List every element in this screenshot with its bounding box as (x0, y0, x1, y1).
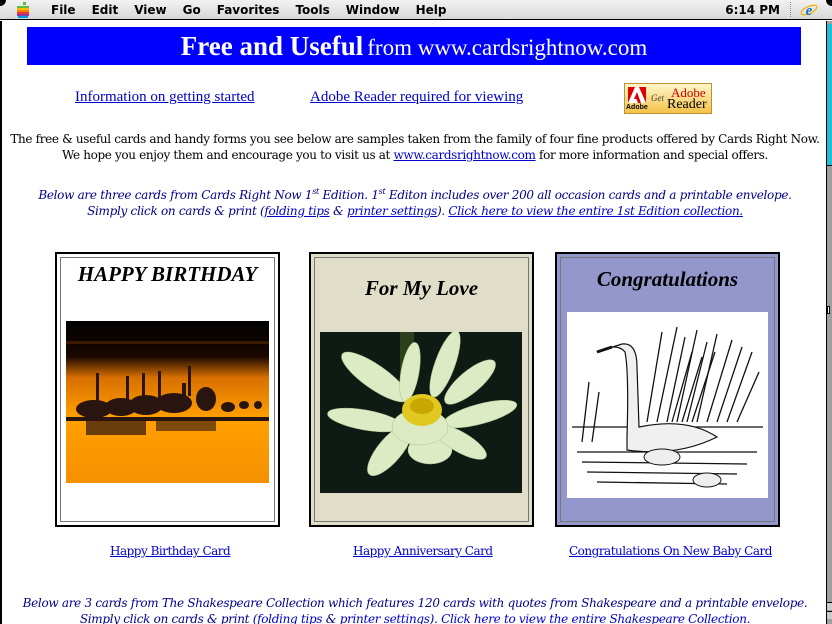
edition-text: ). (436, 204, 449, 218)
menu-window[interactable]: Window (338, 3, 408, 17)
edition-line-2: Simply click on cards & print (folding t… (2, 203, 826, 219)
get-adobe-reader-badge[interactable]: Adobe Get Adobe Reader (624, 83, 712, 114)
scroll-up-arrow[interactable] (827, 602, 832, 610)
intro-text: for more information and special offers. (535, 148, 769, 162)
folding-tips-link[interactable]: folding tips (264, 204, 329, 218)
anniversary-card-thumbnail[interactable]: For My Love (309, 252, 534, 527)
view-shakespeare-collection-link[interactable]: Click here to view the entire Shakespear… (441, 612, 750, 624)
menu-file[interactable]: File (43, 3, 84, 17)
shakespeare-line-2: Simply click on cards & print (folding t… (2, 611, 826, 624)
shakespeare-text: Simply click on cards & print ( (79, 612, 258, 624)
menu-view[interactable]: View (126, 3, 174, 17)
internet-explorer-icon[interactable]: e (800, 1, 818, 19)
getting-started-link[interactable]: Information on getting started (75, 89, 255, 106)
adobe-logo-icon (628, 87, 646, 103)
scrollbar-thumb[interactable] (827, 24, 832, 166)
menu-clock[interactable]: 6:14 PM (725, 3, 780, 17)
new-baby-card-link[interactable]: Congratulations On New Baby Card (569, 544, 772, 558)
edition-text: Simply click on cards & print ( (87, 204, 265, 218)
header-banner: Free and Useful from www.cardsrightnow.c… (27, 27, 801, 65)
vertical-scrollbar[interactable] (826, 21, 832, 624)
ordinal-suffix: st (312, 187, 319, 196)
screen-corner (0, 0, 6, 6)
edition-text: Below are three cards from Cards Right N… (38, 188, 313, 202)
intro-text: We hope you enjoy them and encourage you… (61, 148, 394, 162)
pelicans-at-sunset-image (66, 321, 269, 483)
scrollbar-marker (827, 306, 830, 314)
cardsrightnow-link[interactable]: www.cardsrightnow.com (393, 148, 535, 162)
edition-text: Editon includes over 200 all occasion ca… (385, 188, 792, 202)
first-edition-section: Below are three cards from Cards Right N… (2, 184, 826, 219)
badge-get-text: Get (651, 93, 664, 103)
menu-go[interactable]: Go (175, 3, 209, 17)
new-baby-card-caption: Congratulations On New Baby Card (569, 544, 772, 558)
badge-adobe-text: Adobe (626, 104, 648, 111)
svg-text:e: e (806, 3, 813, 19)
edition-text: & (329, 204, 347, 218)
anniversary-card-link[interactable]: Happy Anniversary Card (353, 544, 493, 558)
view-1st-edition-link[interactable]: Click here to view the entire 1st Editio… (448, 204, 743, 218)
shakespeare-printer-settings-link[interactable]: printer settings (340, 612, 430, 624)
white-lotus-flower-image (320, 332, 522, 493)
menu-tools[interactable]: Tools (287, 3, 337, 17)
intro-line-1: The free & useful cards and handy forms … (10, 132, 820, 146)
shakespeare-text: ). (429, 612, 442, 624)
new-baby-card-thumbnail[interactable]: Congratulations (555, 252, 780, 527)
shakespeare-folding-tips-link[interactable]: folding tips (257, 612, 322, 624)
card-title: Congratulations (596, 267, 739, 291)
screen-corner (826, 0, 832, 6)
card-title: For My Love (364, 276, 479, 300)
shakespeare-line-1: Below are 3 cards from The Shakespeare C… (22, 596, 808, 610)
birthday-card-caption: Happy Birthday Card (110, 544, 231, 558)
intro-paragraph: The free & useful cards and handy forms … (2, 131, 826, 163)
intro-line-2: We hope you enjoy them and encourage you… (2, 147, 826, 163)
card-title: HAPPY BIRTHDAY (77, 262, 258, 286)
printer-settings-link[interactable]: printer settings (347, 204, 437, 218)
menu-separator (790, 2, 792, 17)
edition-line-1: Below are three cards from Cards Right N… (2, 184, 826, 203)
banner-title: Free and Useful (180, 31, 364, 61)
browser-content: Free and Useful from www.cardsrightnow.c… (0, 21, 826, 624)
birthday-card-thumbnail[interactable]: HAPPY BIRTHDAY (55, 252, 280, 527)
badge-reader-text: Reader (667, 97, 707, 112)
banner-subtitle: from www.cardsrightnow.com (367, 35, 648, 60)
shakespeare-section: Below are 3 cards from The Shakespeare C… (2, 595, 826, 624)
menu-help[interactable]: Help (408, 3, 455, 17)
adobe-reader-link[interactable]: Adobe Reader required for viewing (310, 89, 523, 106)
edition-text: Edition. 1 (318, 188, 379, 202)
apple-menu-icon[interactable] (15, 1, 31, 18)
menu-bar: File Edit View Go Favorites Tools Window… (0, 0, 832, 20)
swan-sketch-image (567, 312, 768, 498)
scroll-down-arrow[interactable] (827, 611, 832, 619)
shakespeare-text: & (322, 612, 340, 624)
anniversary-card-caption: Happy Anniversary Card (353, 544, 493, 558)
menu-favorites[interactable]: Favorites (209, 3, 288, 17)
menu-edit[interactable]: Edit (84, 3, 127, 17)
birthday-card-link[interactable]: Happy Birthday Card (110, 544, 231, 558)
